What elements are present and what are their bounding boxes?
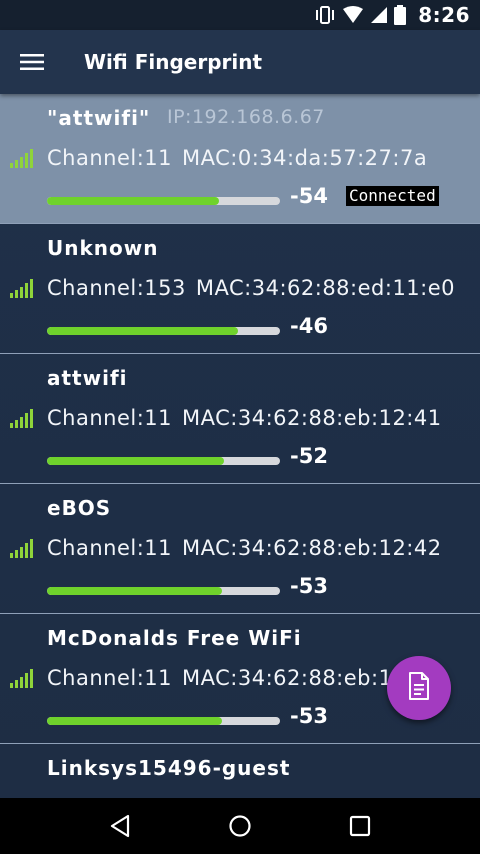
app-bar: Wifi Fingerprint [0, 30, 480, 94]
network-channel: Channel:11 [47, 146, 173, 170]
network-ip: IP:192.168.6.67 [167, 106, 325, 128]
network-details: Channel:11 MAC:34:62:88:eb:12:41 [47, 406, 442, 430]
signal-strength-bar [47, 717, 280, 725]
signal-strength-fill [47, 327, 239, 335]
signal-strength-fill [47, 717, 222, 725]
hamburger-menu-icon[interactable] [0, 30, 64, 94]
connected-badge: Connected [346, 186, 439, 206]
network-details: Channel:153 MAC:34:62:88:ed:11:e0 [47, 276, 455, 300]
network-row[interactable]: eBOS Channel:11 MAC:34:62:88:eb:12:42 -53 [0, 484, 480, 614]
back-icon[interactable] [96, 802, 144, 850]
export-fab-button[interactable] [387, 656, 451, 720]
signal-strength-fill [47, 587, 222, 595]
vibrate-icon [314, 5, 336, 25]
network-ssid: "attwifi" [47, 106, 151, 130]
network-mac: MAC:34:62:88:eb:12:41 [182, 406, 442, 430]
signal-strength-fill [47, 457, 225, 465]
network-row[interactable]: Linksys15496-guest [0, 744, 480, 798]
signal-strength-icon [10, 275, 40, 303]
cell-signal-icon [370, 6, 388, 24]
network-details: Channel:11 MAC:34:62:88:eb:12:42 [47, 536, 442, 560]
network-details: Channel:11 MAC:0:34:da:57:27:7a [47, 146, 427, 170]
battery-icon [394, 5, 407, 25]
network-rssi: -46 [290, 314, 328, 338]
network-row[interactable]: attwifi Channel:11 MAC:34:62:88:eb:12:41 … [0, 354, 480, 484]
signal-strength-fill [47, 197, 220, 205]
signal-strength-icon [10, 535, 40, 563]
network-row[interactable]: Unknown Channel:153 MAC:34:62:88:ed:11:e0… [0, 224, 480, 354]
network-ssid: Linksys15496-guest [47, 756, 291, 780]
network-mac: MAC:34:62:88:eb:1 [182, 666, 393, 690]
network-rssi: -54 [290, 184, 328, 208]
network-mac: MAC:34:62:88:eb:12:42 [182, 536, 442, 560]
network-row[interactable]: "attwifi" IP:192.168.6.67 Channel:11 MAC:… [0, 94, 480, 224]
network-channel: Channel:11 [47, 406, 173, 430]
signal-strength-icon [10, 145, 40, 173]
network-channel: Channel:11 [47, 666, 173, 690]
status-time: 8:26 [418, 3, 470, 27]
app-title: Wifi Fingerprint [84, 50, 263, 74]
system-nav-bar [0, 798, 480, 854]
network-rssi: -53 [290, 574, 328, 598]
network-rssi: -53 [290, 704, 328, 728]
signal-strength-bar [47, 587, 280, 595]
network-rssi: -52 [290, 444, 328, 468]
network-ssid: Unknown [47, 236, 159, 260]
network-ssid: McDonalds Free WiFi [47, 626, 302, 650]
status-bar: 8:26 [0, 0, 480, 30]
wifi-icon [342, 6, 364, 24]
signal-strength-bar [47, 197, 280, 205]
recents-icon[interactable] [336, 802, 384, 850]
signal-strength-icon [10, 665, 40, 693]
network-details: Channel:11 MAC:34:62:88:eb:1 [47, 666, 392, 690]
network-ssid: eBOS [47, 496, 112, 520]
signal-strength-bar [47, 457, 280, 465]
network-ssid: attwifi [47, 366, 128, 390]
document-icon [408, 672, 430, 704]
network-mac: MAC:34:62:88:ed:11:e0 [195, 276, 456, 300]
home-icon[interactable] [216, 802, 264, 850]
network-channel: Channel:153 [47, 276, 186, 300]
network-channel: Channel:11 [47, 536, 173, 560]
signal-strength-bar [47, 327, 280, 335]
network-mac: MAC:0:34:da:57:27:7a [182, 146, 428, 170]
signal-strength-icon [10, 405, 40, 433]
